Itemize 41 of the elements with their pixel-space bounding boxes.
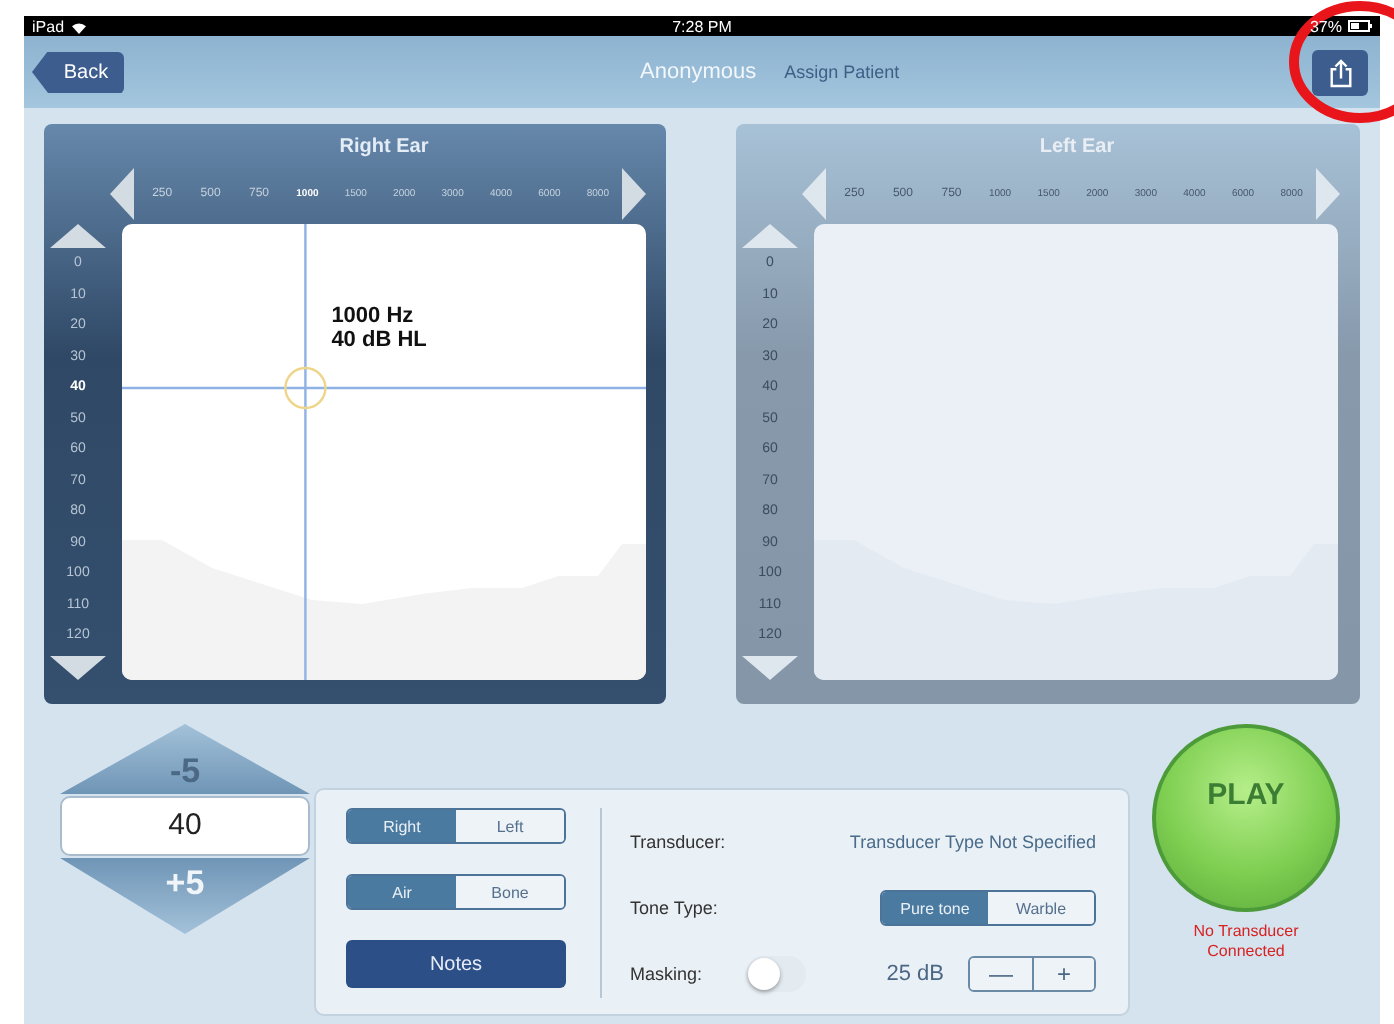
cursor-frequency: 1000 Hz bbox=[331, 304, 416, 328]
down-arrow-icon[interactable] bbox=[50, 656, 106, 680]
wifi-icon bbox=[70, 19, 89, 33]
level-field[interactable]: 40 bbox=[60, 796, 310, 856]
decrease-button[interactable]: -5 bbox=[60, 724, 310, 794]
battery-icon bbox=[1348, 20, 1372, 32]
audiogram-plot[interactable]: 1000 Hz 40 dB HL bbox=[122, 224, 646, 680]
share-icon bbox=[1327, 57, 1353, 87]
masking-increase-button[interactable]: + bbox=[1032, 958, 1094, 990]
tone-type-segment[interactable]: Warble bbox=[988, 892, 1094, 924]
transducer-label: Transducer: bbox=[630, 832, 728, 852]
masking-label: Masking: bbox=[630, 964, 705, 984]
increase-button[interactable]: +5 bbox=[60, 858, 310, 934]
assign-patient-link[interactable]: Assign Patient bbox=[784, 62, 900, 82]
masking-decrease-button[interactable]: — bbox=[970, 958, 1032, 990]
conduction-segment[interactable]: Air bbox=[348, 876, 456, 908]
device-name: iPad bbox=[32, 17, 65, 35]
panel-title: Right Ear bbox=[337, 134, 431, 162]
clock: 7:28 PM bbox=[672, 17, 732, 35]
panel-title: Left Ear bbox=[1037, 134, 1117, 162]
back-button[interactable]: Back bbox=[32, 51, 124, 93]
conduction-segment[interactable]: Bone bbox=[456, 876, 564, 908]
left-arrow-icon[interactable] bbox=[802, 168, 826, 220]
ear-segment[interactable]: Left bbox=[456, 810, 564, 842]
ear-segment[interactable]: Right bbox=[348, 810, 456, 842]
up-arrow-icon[interactable] bbox=[50, 224, 106, 248]
notes-button[interactable]: Notes bbox=[346, 940, 566, 988]
up-arrow-icon[interactable] bbox=[742, 224, 798, 248]
masking-value: 25 dB bbox=[886, 962, 944, 986]
share-button[interactable] bbox=[1312, 49, 1368, 95]
patient-name: Anonymous bbox=[640, 60, 757, 84]
right-arrow-icon[interactable] bbox=[622, 168, 646, 220]
transducer-value[interactable]: Transducer Type Not Specified bbox=[849, 832, 1096, 852]
cursor-level: 40 dB HL bbox=[331, 328, 427, 352]
tone-type-label: Tone Type: bbox=[630, 898, 720, 918]
play-button[interactable]: PLAY bbox=[1152, 724, 1340, 912]
left-arrow-icon[interactable] bbox=[110, 168, 134, 220]
tone-type-segment[interactable]: Pure tone bbox=[882, 892, 988, 924]
right-arrow-icon[interactable] bbox=[1316, 168, 1340, 220]
transducer-status: No Transducer Connected bbox=[1191, 922, 1301, 962]
masking-toggle[interactable] bbox=[746, 956, 806, 992]
